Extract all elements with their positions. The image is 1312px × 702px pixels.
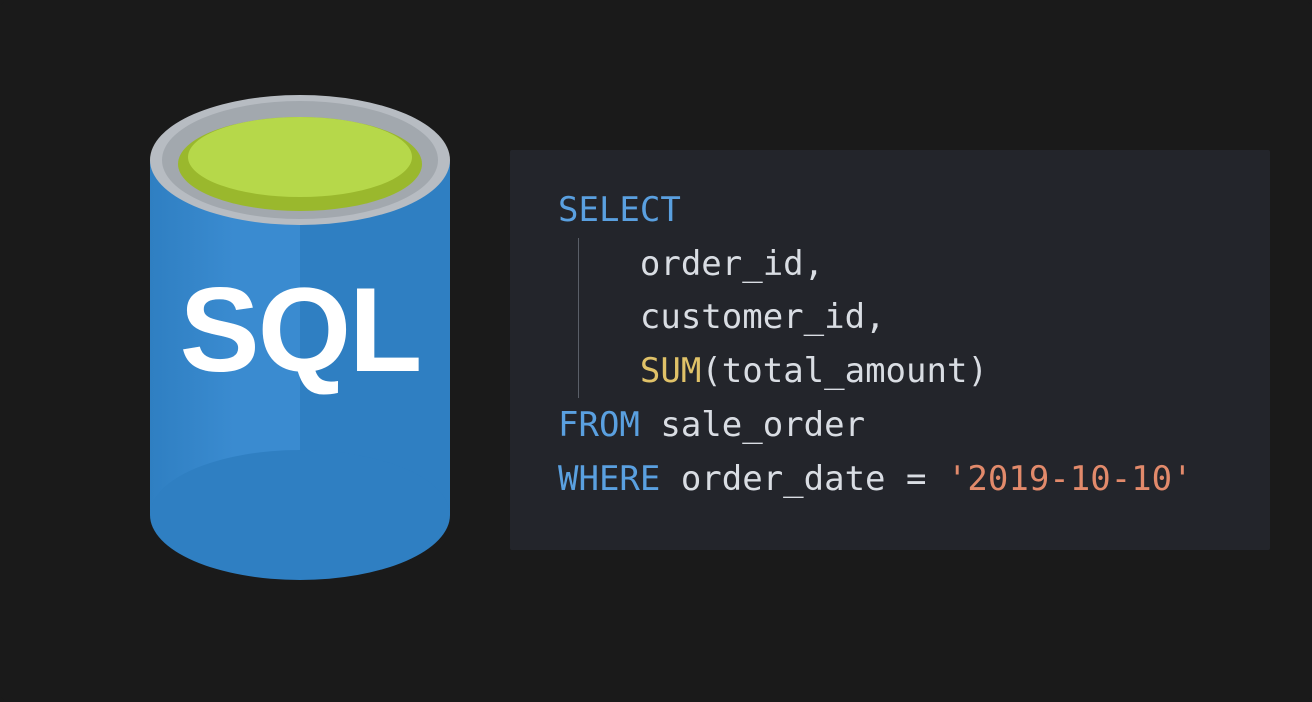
sum-arg: total_amount <box>722 351 968 391</box>
function-sum: SUM <box>640 351 701 391</box>
indent-guide <box>578 238 579 398</box>
line-order-id: order_id, <box>558 244 824 284</box>
from-table: sale_order <box>640 405 865 445</box>
paren-close: ) <box>967 351 987 391</box>
string-literal-date: '2019-10-10' <box>947 459 1193 499</box>
keyword-from: FROM <box>558 405 640 445</box>
database-label: SQL <box>150 270 450 390</box>
code-panel: SELECT order_id, customer_id, SUM(total_… <box>510 150 1270 550</box>
paren-open: ( <box>701 351 721 391</box>
indent <box>558 351 640 391</box>
keyword-where: WHERE <box>558 459 660 499</box>
where-expression: order_date = <box>660 459 947 499</box>
line-customer-id: customer_id, <box>558 297 886 337</box>
sql-code-block: SELECT order_id, customer_id, SUM(total_… <box>558 184 1252 506</box>
database-icon: SQL <box>150 95 450 545</box>
database-liquid <box>188 117 412 197</box>
keyword-select: SELECT <box>558 190 681 230</box>
stage: SQL SELECT order_id, customer_id, SUM(to… <box>0 0 1312 702</box>
database-bottom-cap <box>150 450 450 580</box>
